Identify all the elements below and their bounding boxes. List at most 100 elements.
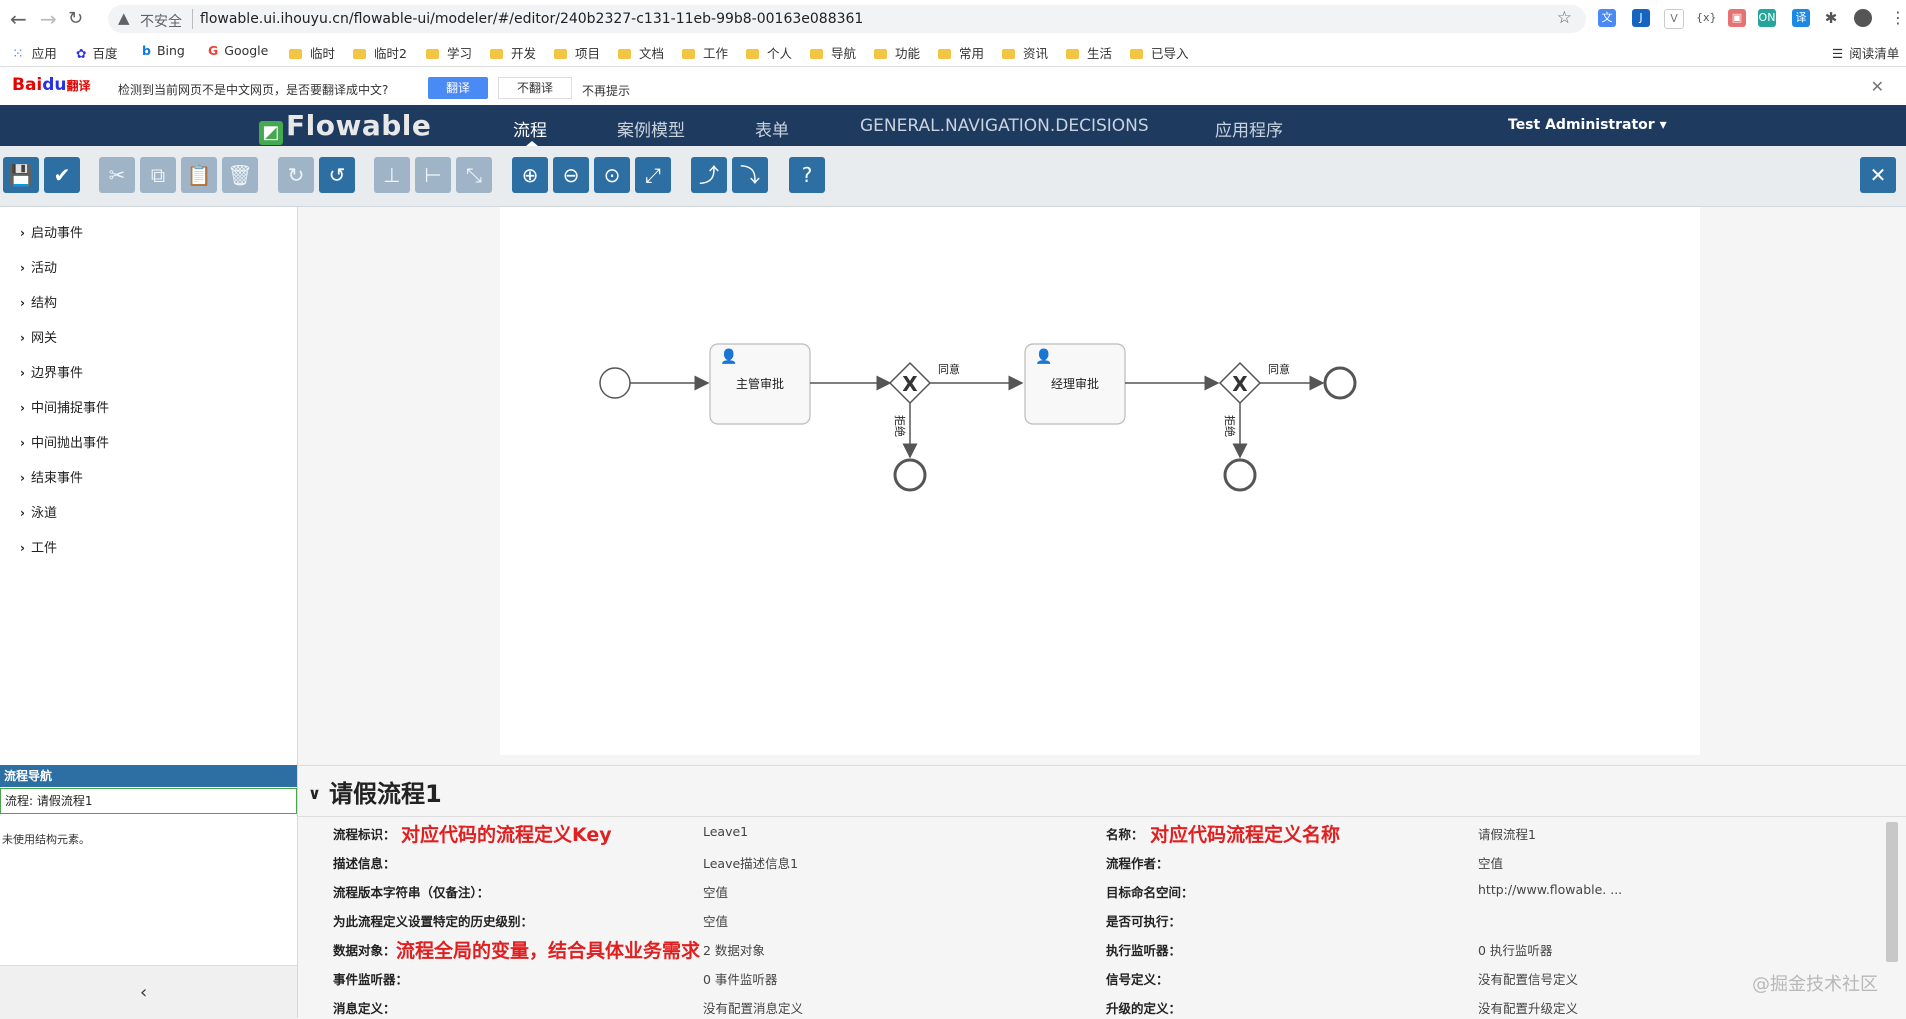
prop-value[interactable]: 空值	[1478, 853, 1503, 872]
translate-button[interactable]: 翻译	[428, 77, 488, 99]
baidu-translate-logo: Baidu翻译	[12, 75, 91, 95]
translate2-extension-icon[interactable]: 译	[1792, 9, 1810, 27]
prop-value[interactable]: http://www.flowable. ...	[1478, 882, 1622, 897]
never-prompt-link[interactable]: 不再提示	[582, 82, 630, 99]
remove-bendpoint-icon[interactable]: ⤵	[732, 157, 768, 193]
json-extension-icon[interactable]: {x}	[1696, 9, 1717, 27]
reload-icon[interactable]: ↻	[68, 8, 83, 29]
address-bar[interactable]: ▲ 不安全 flowable.ui.ihouyu.cn/flowable-ui/…	[108, 5, 1586, 33]
bookmark-google[interactable]: G Google	[208, 43, 268, 58]
screenshot-extension-icon[interactable]: ▣	[1728, 9, 1746, 27]
avatar[interactable]	[1854, 9, 1872, 27]
extension-icon[interactable]: J	[1632, 9, 1650, 27]
delete-icon[interactable]: 🗑	[222, 157, 258, 193]
help-icon[interactable]: ?	[789, 157, 825, 193]
user-menu[interactable]: Test Administrator ▾	[1508, 117, 1667, 133]
nav-processes[interactable]: 流程	[513, 116, 547, 141]
paste-icon[interactable]: 📋	[181, 157, 217, 193]
undo-icon[interactable]: ↺	[319, 157, 355, 193]
on-extension-icon[interactable]: ON	[1758, 9, 1776, 27]
bookmark-folder[interactable]: 导航	[810, 43, 856, 62]
palette-group-boundary-events[interactable]: › 边界事件	[20, 362, 83, 381]
end-event[interactable]	[1223, 458, 1257, 492]
palette-group-throw-events[interactable]: › 中间抛出事件	[20, 432, 109, 451]
redo-icon[interactable]: ↻	[278, 157, 314, 193]
prop-value[interactable]: 0 执行监听器	[1478, 940, 1552, 959]
properties-title[interactable]: ∨ 请假流程1	[308, 774, 442, 809]
zoom-actual-icon[interactable]: ⊙	[594, 157, 630, 193]
align-horizontal-icon[interactable]: ⊥	[374, 157, 410, 193]
save-icon[interactable]: 💾	[3, 157, 39, 193]
annotation-note: 对应代码的流程定义Key	[401, 824, 612, 846]
bookmark-folder[interactable]: 生活	[1066, 43, 1112, 62]
palette-group-gateways[interactable]: › 网关	[20, 327, 57, 346]
end-event[interactable]	[893, 458, 927, 492]
bookmark-folder[interactable]: 常用	[938, 43, 984, 62]
zoom-fit-icon[interactable]: ⤢	[635, 157, 671, 193]
prop-value[interactable]: 空值	[703, 911, 728, 930]
navigator-process-item[interactable]: 流程: 请假流程1	[0, 788, 297, 814]
prop-value[interactable]: 没有配置升级定义	[1478, 998, 1578, 1017]
bookmark-folder[interactable]: 功能	[874, 43, 920, 62]
prop-value[interactable]: Leave1	[703, 824, 748, 839]
bookmark-folder[interactable]: 已导入	[1130, 43, 1189, 62]
scrollbar[interactable]	[1886, 822, 1898, 962]
palette-group-artifacts[interactable]: › 工件	[20, 537, 57, 556]
diagram-canvas[interactable]: 👤 主管审批 X 同意 拒绝 👤 经理审批 X 同意 拒绝	[500, 207, 1700, 755]
puzzle-icon[interactable]: ✱	[1822, 9, 1840, 27]
prop-value[interactable]: 没有配置消息定义	[703, 998, 803, 1017]
palette-group-activities[interactable]: › 活动	[20, 257, 57, 276]
palette-group-start-events[interactable]: › 启动事件	[20, 222, 83, 241]
close-editor-icon[interactable]: ✕	[1860, 157, 1896, 193]
zoom-in-icon[interactable]: ⊕	[512, 157, 548, 193]
collapse-panel-button[interactable]: ‹	[0, 965, 297, 1019]
bookmark-folder[interactable]: 临时2	[353, 43, 407, 62]
palette-group-structural[interactable]: › 结构	[20, 292, 57, 311]
flowable-logo[interactable]: ◩ Flowable	[259, 109, 431, 145]
start-event[interactable]	[599, 367, 631, 399]
nav-decisions[interactable]: GENERAL.NAVIGATION.DECISIONS	[860, 116, 1149, 136]
menu-icon[interactable]: ⋮	[1890, 8, 1906, 27]
close-icon[interactable]: ✕	[1871, 77, 1884, 96]
end-event[interactable]	[1323, 366, 1357, 400]
nav-forms[interactable]: 表单	[755, 116, 789, 141]
reading-list-icon: ☰	[1832, 46, 1844, 61]
nav-case-models[interactable]: 案例模型	[617, 116, 685, 141]
translate-extension-icon[interactable]: 文	[1598, 9, 1616, 27]
bookmark-folder[interactable]: 开发	[490, 43, 536, 62]
palette-group-catch-events[interactable]: › 中间捕捉事件	[20, 397, 109, 416]
bookmark-apps[interactable]: ⁙ 应用	[12, 43, 57, 62]
prop-value[interactable]: 没有配置信号定义	[1478, 969, 1578, 988]
copy-icon[interactable]: ⧉	[140, 157, 176, 193]
prop-value[interactable]: 请假流程1	[1478, 824, 1536, 843]
bookmark-baidu[interactable]: ✿ 百度	[76, 43, 118, 62]
same-size-icon[interactable]: ⤡	[456, 157, 492, 193]
reading-list[interactable]: ☰ 阅读清单	[1832, 43, 1899, 62]
vue-extension-icon[interactable]: V	[1664, 9, 1684, 29]
forward-icon[interactable]: →	[40, 7, 57, 31]
url-text[interactable]: flowable.ui.ihouyu.cn/flowable-ui/modele…	[200, 11, 863, 27]
bookmark-star-icon[interactable]: ☆	[1557, 8, 1572, 28]
bookmark-folder[interactable]: 临时	[289, 43, 335, 62]
prop-value[interactable]: Leave描述信息1	[703, 853, 798, 872]
prop-value[interactable]: 2 数据对象	[703, 940, 765, 959]
no-translate-button[interactable]: 不翻译	[498, 77, 572, 99]
validate-check-icon[interactable]: ✔	[44, 157, 80, 193]
palette-group-swimlanes[interactable]: › 泳道	[20, 502, 57, 521]
prop-value[interactable]: 空值	[703, 882, 728, 901]
bookmark-folder[interactable]: 工作	[682, 43, 728, 62]
cut-icon[interactable]: ✂	[99, 157, 135, 193]
bookmark-bing[interactable]: b Bing	[142, 43, 185, 58]
align-vertical-icon[interactable]: ⊢	[415, 157, 451, 193]
nav-apps[interactable]: 应用程序	[1215, 116, 1283, 141]
add-bendpoint-icon[interactable]: ⤴	[691, 157, 727, 193]
bookmark-folder[interactable]: 文档	[618, 43, 664, 62]
palette-group-end-events[interactable]: › 结束事件	[20, 467, 83, 486]
bookmark-folder[interactable]: 学习	[426, 43, 472, 62]
bookmark-folder[interactable]: 项目	[554, 43, 600, 62]
bookmark-folder[interactable]: 资讯	[1002, 43, 1048, 62]
bookmark-folder[interactable]: 个人	[746, 43, 792, 62]
prop-value[interactable]: 0 事件监听器	[703, 969, 777, 988]
zoom-out-icon[interactable]: ⊖	[553, 157, 589, 193]
back-icon[interactable]: ←	[10, 7, 27, 31]
